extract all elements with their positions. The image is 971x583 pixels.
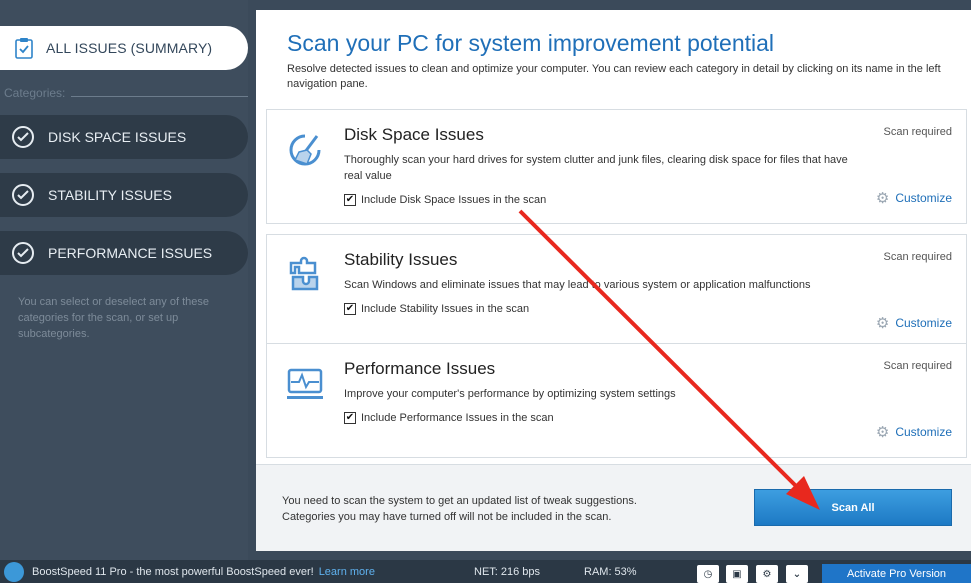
- broom-icon: [289, 134, 321, 166]
- gear-icon: ⚙: [875, 315, 890, 332]
- include-disk-space-checkbox[interactable]: ✔ Include Disk Space Issues in the scan: [344, 194, 546, 206]
- card-performance: Performance Issues Improve your computer…: [266, 343, 967, 458]
- sidebar-note: You can select or deselect any of these …: [18, 296, 209, 340]
- sidebar-item-disk-space[interactable]: DISK SPACE ISSUES: [0, 115, 248, 159]
- customize-link[interactable]: ⚙ Customize: [876, 314, 952, 332]
- checkbox-checked-icon[interactable]: ✔: [344, 412, 356, 424]
- sidebar-item-summary[interactable]: ALL ISSUES (SUMMARY): [0, 26, 248, 70]
- check-circle-icon[interactable]: [12, 126, 34, 148]
- page-subtitle: Resolve detected issues to clean and opt…: [287, 63, 941, 90]
- checkbox-checked-icon[interactable]: ✔: [344, 303, 356, 315]
- divider: [71, 95, 248, 97]
- gear-icon: ⚙: [875, 424, 890, 441]
- card-disk-space: Disk Space Issues Thoroughly scan your h…: [266, 109, 967, 224]
- activate-pro-button[interactable]: Activate Pro Version: [822, 564, 971, 583]
- chevron-down-icon[interactable]: ⌄: [786, 565, 808, 583]
- sidebar-item-label: PERFORMANCE ISSUES: [48, 245, 213, 261]
- status-badge: Scan required: [883, 251, 953, 263]
- page-title: Scan your PC for system improvement pote…: [287, 30, 775, 56]
- learn-more-link[interactable]: Learn more: [319, 566, 375, 578]
- gear-icon: ⚙: [875, 190, 890, 207]
- settings-icon[interactable]: ⚙: [756, 565, 778, 583]
- sidebar-item-stability[interactable]: STABILITY ISSUES: [0, 173, 248, 217]
- check-circle-icon[interactable]: [12, 184, 34, 206]
- clipboard-check-icon: [15, 38, 33, 59]
- card-description: Scan Windows and eliminate issues that m…: [344, 279, 811, 291]
- card-description: Improve your computer's performance by o…: [344, 388, 676, 400]
- main-panel: Scan your PC for system improvement pote…: [256, 10, 971, 551]
- check-circle-icon[interactable]: [12, 242, 34, 264]
- sidebar-item-label: DISK SPACE ISSUES: [48, 129, 187, 145]
- card-stability: Stability Issues Scan Windows and elimin…: [266, 234, 967, 349]
- customize-link[interactable]: ⚙ Customize: [876, 189, 952, 207]
- status-bar: BoostSpeed 11 Pro - the most powerful Bo…: [0, 560, 971, 583]
- scan-all-button[interactable]: Scan All: [754, 489, 952, 526]
- sidebar-summary-label: ALL ISSUES (SUMMARY): [46, 40, 213, 56]
- checkbox-checked-icon[interactable]: ✔: [344, 194, 356, 206]
- net-readout: NET: 216 bps: [474, 565, 541, 578]
- card-title: Disk Space Issues: [344, 125, 484, 144]
- app-logo-icon: [4, 561, 24, 582]
- customize-link[interactable]: ⚙ Customize: [876, 423, 952, 441]
- promo-text: BoostSpeed 11 Pro - the most powerful Bo…: [32, 565, 314, 578]
- status-badge: Scan required: [883, 126, 953, 138]
- card-title: Performance Issues: [344, 359, 496, 378]
- ram-readout: RAM: 53%: [584, 565, 637, 578]
- scan-footer: You need to scan the system to get an up…: [256, 464, 971, 551]
- sidebar-item-label: STABILITY ISSUES: [48, 187, 172, 203]
- card-title: Stability Issues: [344, 250, 458, 269]
- sidebar-item-performance[interactable]: PERFORMANCE ISSUES: [0, 231, 248, 275]
- card-description: Thoroughly scan your hard drives for sys…: [344, 154, 848, 182]
- save-icon[interactable]: ▣: [726, 565, 748, 583]
- sidebar: ALL ISSUES (SUMMARY) Categories: DISK SP…: [0, 0, 248, 560]
- include-stability-checkbox[interactable]: ✔ Include Stability Issues in the scan: [344, 303, 529, 315]
- categories-heading: Categories:: [4, 86, 248, 100]
- include-performance-checkbox[interactable]: ✔ Include Performance Issues in the scan: [344, 412, 554, 424]
- status-badge: Scan required: [883, 360, 953, 372]
- clock-icon[interactable]: ◷: [697, 565, 719, 583]
- footer-message: You need to scan the system to get an up…: [282, 495, 637, 523]
- puzzle-icon: [289, 256, 319, 291]
- monitor-pulse-icon: [287, 368, 323, 399]
